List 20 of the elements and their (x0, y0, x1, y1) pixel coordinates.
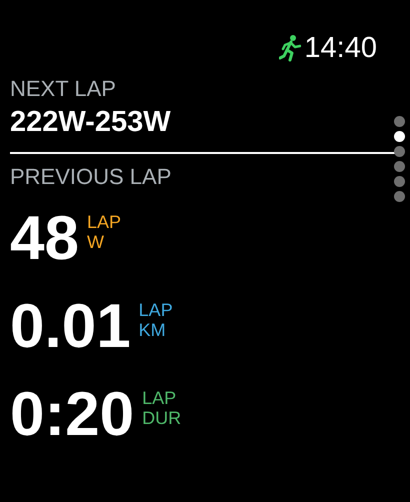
metric-value: 0.01 (10, 295, 131, 359)
section-label: NEXT LAP (10, 76, 116, 102)
page-dot[interactable] (394, 146, 405, 157)
page-dot[interactable] (394, 191, 405, 202)
metric-value: 48 (10, 207, 79, 271)
metric-value: 0:20 (10, 383, 134, 447)
running-figure-icon (279, 34, 302, 62)
unit-label: W (86, 232, 105, 252)
unit-label: LAP (138, 300, 173, 320)
unit-label: DUR (142, 408, 182, 428)
page-dot[interactable] (394, 116, 405, 127)
page-dot[interactable] (394, 161, 405, 172)
page-dot[interactable] (394, 131, 405, 142)
page-dot[interactable] (394, 176, 405, 187)
unit-label: KM (138, 320, 167, 340)
unit-label: LAP (142, 388, 178, 408)
unit-label: LAP (86, 212, 121, 232)
target-range: 222W-253W (10, 105, 171, 140)
clock-time: 14:40 (304, 31, 377, 66)
section-label: PREVIOUS LAP (10, 164, 172, 190)
